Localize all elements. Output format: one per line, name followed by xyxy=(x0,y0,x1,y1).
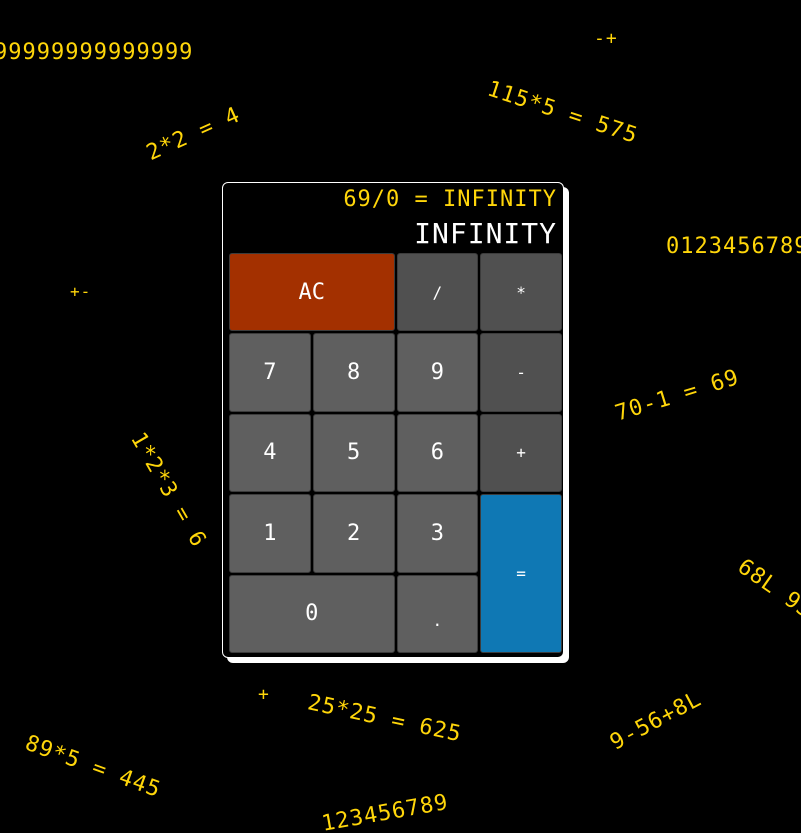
digit-6-button[interactable]: 6 xyxy=(396,413,479,493)
bg-text-expr-68l: 68L 95 xyxy=(732,554,801,624)
bg-text-plus-bottom: + xyxy=(258,684,270,705)
divide-button[interactable]: / xyxy=(396,253,479,332)
expression-display: 69/0 = INFINITY xyxy=(343,187,557,212)
bg-text-minus-plus: -+ xyxy=(594,28,618,49)
bg-text-digits-right: 0123456789 xyxy=(666,234,801,259)
bg-text-expr-70: 70-1 = 69 xyxy=(612,365,743,427)
equals-button[interactable]: = xyxy=(480,494,562,653)
bg-text-expr-1x2x3: 1*2*3 = 6 xyxy=(125,428,211,552)
bg-text-plus-minus: +- xyxy=(70,282,92,301)
bg-text-expr-2x2: 2*2 = 4 xyxy=(142,102,245,166)
digit-2-button[interactable]: 2 xyxy=(312,494,395,573)
bg-text-expr-25: 25*25 = 625 xyxy=(305,690,464,748)
bg-text-expr-115: 115*5 = 575 xyxy=(484,76,641,149)
digit-4-button[interactable]: 4 xyxy=(229,413,311,493)
digit-0-button[interactable]: 0 xyxy=(229,574,395,653)
bg-text-expr-9-56: 9-56+8L xyxy=(606,686,706,756)
multiply-button[interactable]: * xyxy=(480,253,562,332)
decimal-button[interactable]: . xyxy=(396,574,479,653)
calculator: 69/0 = INFINITY INFINITY AC / * 7 8 9 - … xyxy=(222,182,564,658)
result-display: INFINITY xyxy=(414,217,557,250)
stage: 99999999999999 -+ 115*5 = 575 2*2 = 4 01… xyxy=(0,0,801,833)
digit-5-button[interactable]: 5 xyxy=(312,413,395,493)
minus-button[interactable]: - xyxy=(480,333,562,412)
clear-button[interactable]: AC xyxy=(229,253,395,332)
bg-text-expr-89: 89*5 = 445 xyxy=(21,730,165,803)
plus-button[interactable]: + xyxy=(480,413,562,493)
calculator-display: 69/0 = INFINITY INFINITY xyxy=(223,183,563,253)
digit-3-button[interactable]: 3 xyxy=(396,494,479,573)
keypad: AC / * 7 8 9 - 4 5 6 + 1 2 3 = 0 . xyxy=(229,253,562,653)
digit-8-button[interactable]: 8 xyxy=(312,333,395,412)
bg-text-digits-bottom: 123456789 xyxy=(319,789,451,833)
digit-1-button[interactable]: 1 xyxy=(229,494,311,573)
digit-9-button[interactable]: 9 xyxy=(396,333,479,412)
digit-7-button[interactable]: 7 xyxy=(229,333,311,412)
bg-text-nines: 99999999999999 xyxy=(0,40,194,65)
